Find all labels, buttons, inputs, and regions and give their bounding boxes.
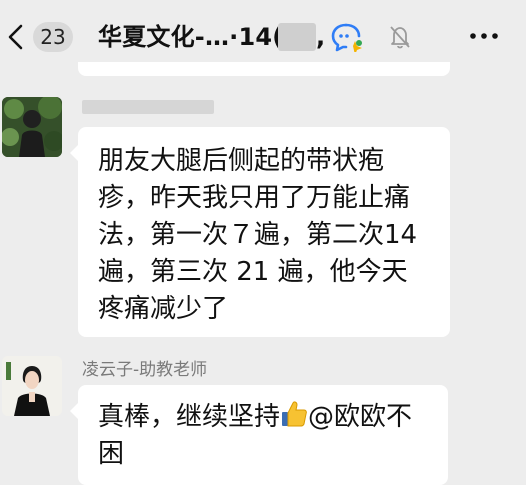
- sender-name: 凌云子-助教老师: [82, 360, 208, 380]
- message-line: 真棒，继续坚持 @欧欧不: [98, 399, 412, 436]
- chevron-left-icon[interactable]: [6, 22, 26, 52]
- chat-search-icon[interactable]: [331, 22, 365, 52]
- redacted-sender-name: [82, 100, 214, 114]
- message-line: 朋友大腿后侧起的带状疱: [98, 146, 385, 176]
- unread-count-badge[interactable]: 23: [33, 22, 73, 52]
- bell-muted-icon[interactable]: [388, 24, 412, 50]
- message-line: 疼痛减少了: [98, 294, 229, 324]
- redacted-title-segment: [278, 23, 316, 51]
- avatar-photo-icon: [2, 97, 62, 157]
- chat-title-suffix: ,: [316, 23, 326, 51]
- message-line: 法，第一次７遍，第二次14: [98, 220, 418, 250]
- previous-message-bubble[interactable]: [78, 62, 450, 76]
- message-line: 遍，第三次 21 遍，他今天: [98, 257, 408, 287]
- avatar[interactable]: [2, 97, 62, 157]
- message-text: 真棒，继续坚持: [98, 402, 281, 432]
- avatar-photo-icon: [2, 356, 62, 416]
- message-line: 困: [98, 439, 125, 469]
- avatar[interactable]: [2, 356, 62, 416]
- more-icon[interactable]: [468, 28, 500, 44]
- message-line: 疹，昨天我只用了万能止痛: [98, 183, 411, 213]
- message-bubble[interactable]: 朋友大腿后侧起的带状疱 疹，昨天我只用了万能止痛 法，第一次７遍，第二次14 遍…: [70, 127, 450, 337]
- chat-title: 华夏文化-…·14(: [98, 23, 284, 51]
- thumbs-up-emoji-icon: [282, 401, 307, 427]
- mention-text: @欧欧不: [308, 402, 413, 432]
- chat-header: 23 华夏文化-…·14( ,: [0, 0, 526, 66]
- message-bubble[interactable]: 真棒，继续坚持 @欧欧不 困: [70, 385, 448, 485]
